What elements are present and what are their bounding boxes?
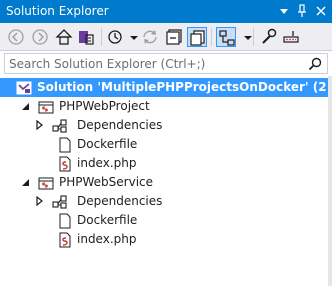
forward-button[interactable] [30,27,50,47]
home-icon [55,29,73,45]
php-file-icon [57,156,73,172]
pending-changes-dropdown[interactable] [124,27,138,47]
solution-label: Solution 'MultiplePHPProjectsOnDocker' (… [37,80,332,94]
project-label: PHPWebService [59,175,154,189]
dockerfile-label: Dockerfile [77,213,138,227]
close-icon [316,6,326,16]
solution-icon [16,80,32,96]
expand-arrow-icon[interactable] [34,120,44,130]
sync-icon [143,30,157,44]
auto-hide-pin-button[interactable] [294,3,310,19]
collapse-arrow-icon[interactable] [20,101,30,111]
project-label: PHPWebProject [59,99,150,113]
dependencies-icon [52,118,68,134]
show-all-files-button[interactable] [187,27,207,47]
file-icon [57,137,73,153]
file-icon [57,213,73,229]
tree-item-index-php[interactable]: index.php [0,230,332,249]
index-php-label: index.php [77,232,137,246]
preview-selected-items-button[interactable] [281,27,301,47]
php-project-icon [38,175,54,191]
chevron-down-icon [244,36,252,40]
index-php-label: index.php [77,156,137,170]
dependencies-label: Dependencies [77,194,163,208]
properties-button[interactable] [258,27,278,47]
class-diagram-dropdown[interactable] [238,27,252,47]
dependencies-icon [52,194,68,210]
switch-views-button[interactable] [76,27,96,47]
back-icon [8,29,24,45]
forward-icon [32,29,48,45]
window-title: Solution Explorer [6,4,109,18]
expand-arrow-icon[interactable] [34,196,44,206]
tree-item-project-phpwebservice[interactable]: PHPWebService [0,173,332,192]
collapse-all-button[interactable] [164,27,184,47]
php-file-icon [57,232,73,248]
search-icon [308,57,322,71]
search-button[interactable] [307,56,323,72]
back-button[interactable] [6,27,26,47]
toolbar [0,23,332,51]
collapse-arrow-icon[interactable] [20,177,30,187]
dockerfile-label: Dockerfile [77,137,138,151]
dependencies-label: Dependencies [77,118,163,132]
home-button[interactable] [54,27,74,47]
tree-item-dockerfile[interactable]: Dockerfile [0,135,332,154]
collapse-all-icon [166,29,182,45]
close-button[interactable] [313,3,329,19]
view-class-diagram-button[interactable] [216,27,236,47]
php-project-icon [38,99,54,115]
tree-item-solution[interactable]: Solution 'MultiplePHPProjectsOnDocker' (… [0,78,332,97]
tree-item-project-phpwebproject[interactable]: PHPWebProject [0,97,332,116]
sync-button[interactable] [140,27,160,47]
switch-views-icon [79,31,94,45]
search-input[interactable] [5,54,305,73]
view-class-diagram-icon [219,30,235,46]
pending-changes-icon [108,30,122,44]
pending-changes-filter-button[interactable] [106,27,126,47]
scrollbar-track[interactable] [328,76,332,286]
solution-tree: Solution 'MultiplePHPProjectsOnDocker' (… [0,76,332,286]
tree-item-dockerfile[interactable]: Dockerfile [0,211,332,230]
show-all-files-icon [190,30,205,46]
pin-icon [298,4,306,17]
wrench-icon [262,28,277,44]
search-box[interactable] [4,53,328,74]
preview-icon [283,31,299,43]
title-bar: Solution Explorer [0,0,332,23]
tree-item-dependencies[interactable]: Dependencies [0,192,332,211]
tree-item-dependencies[interactable]: Dependencies [0,116,332,135]
chevron-down-icon [280,9,288,14]
tree-item-index-php[interactable]: index.php [0,154,332,173]
dropdown-menu-button[interactable] [276,3,292,19]
